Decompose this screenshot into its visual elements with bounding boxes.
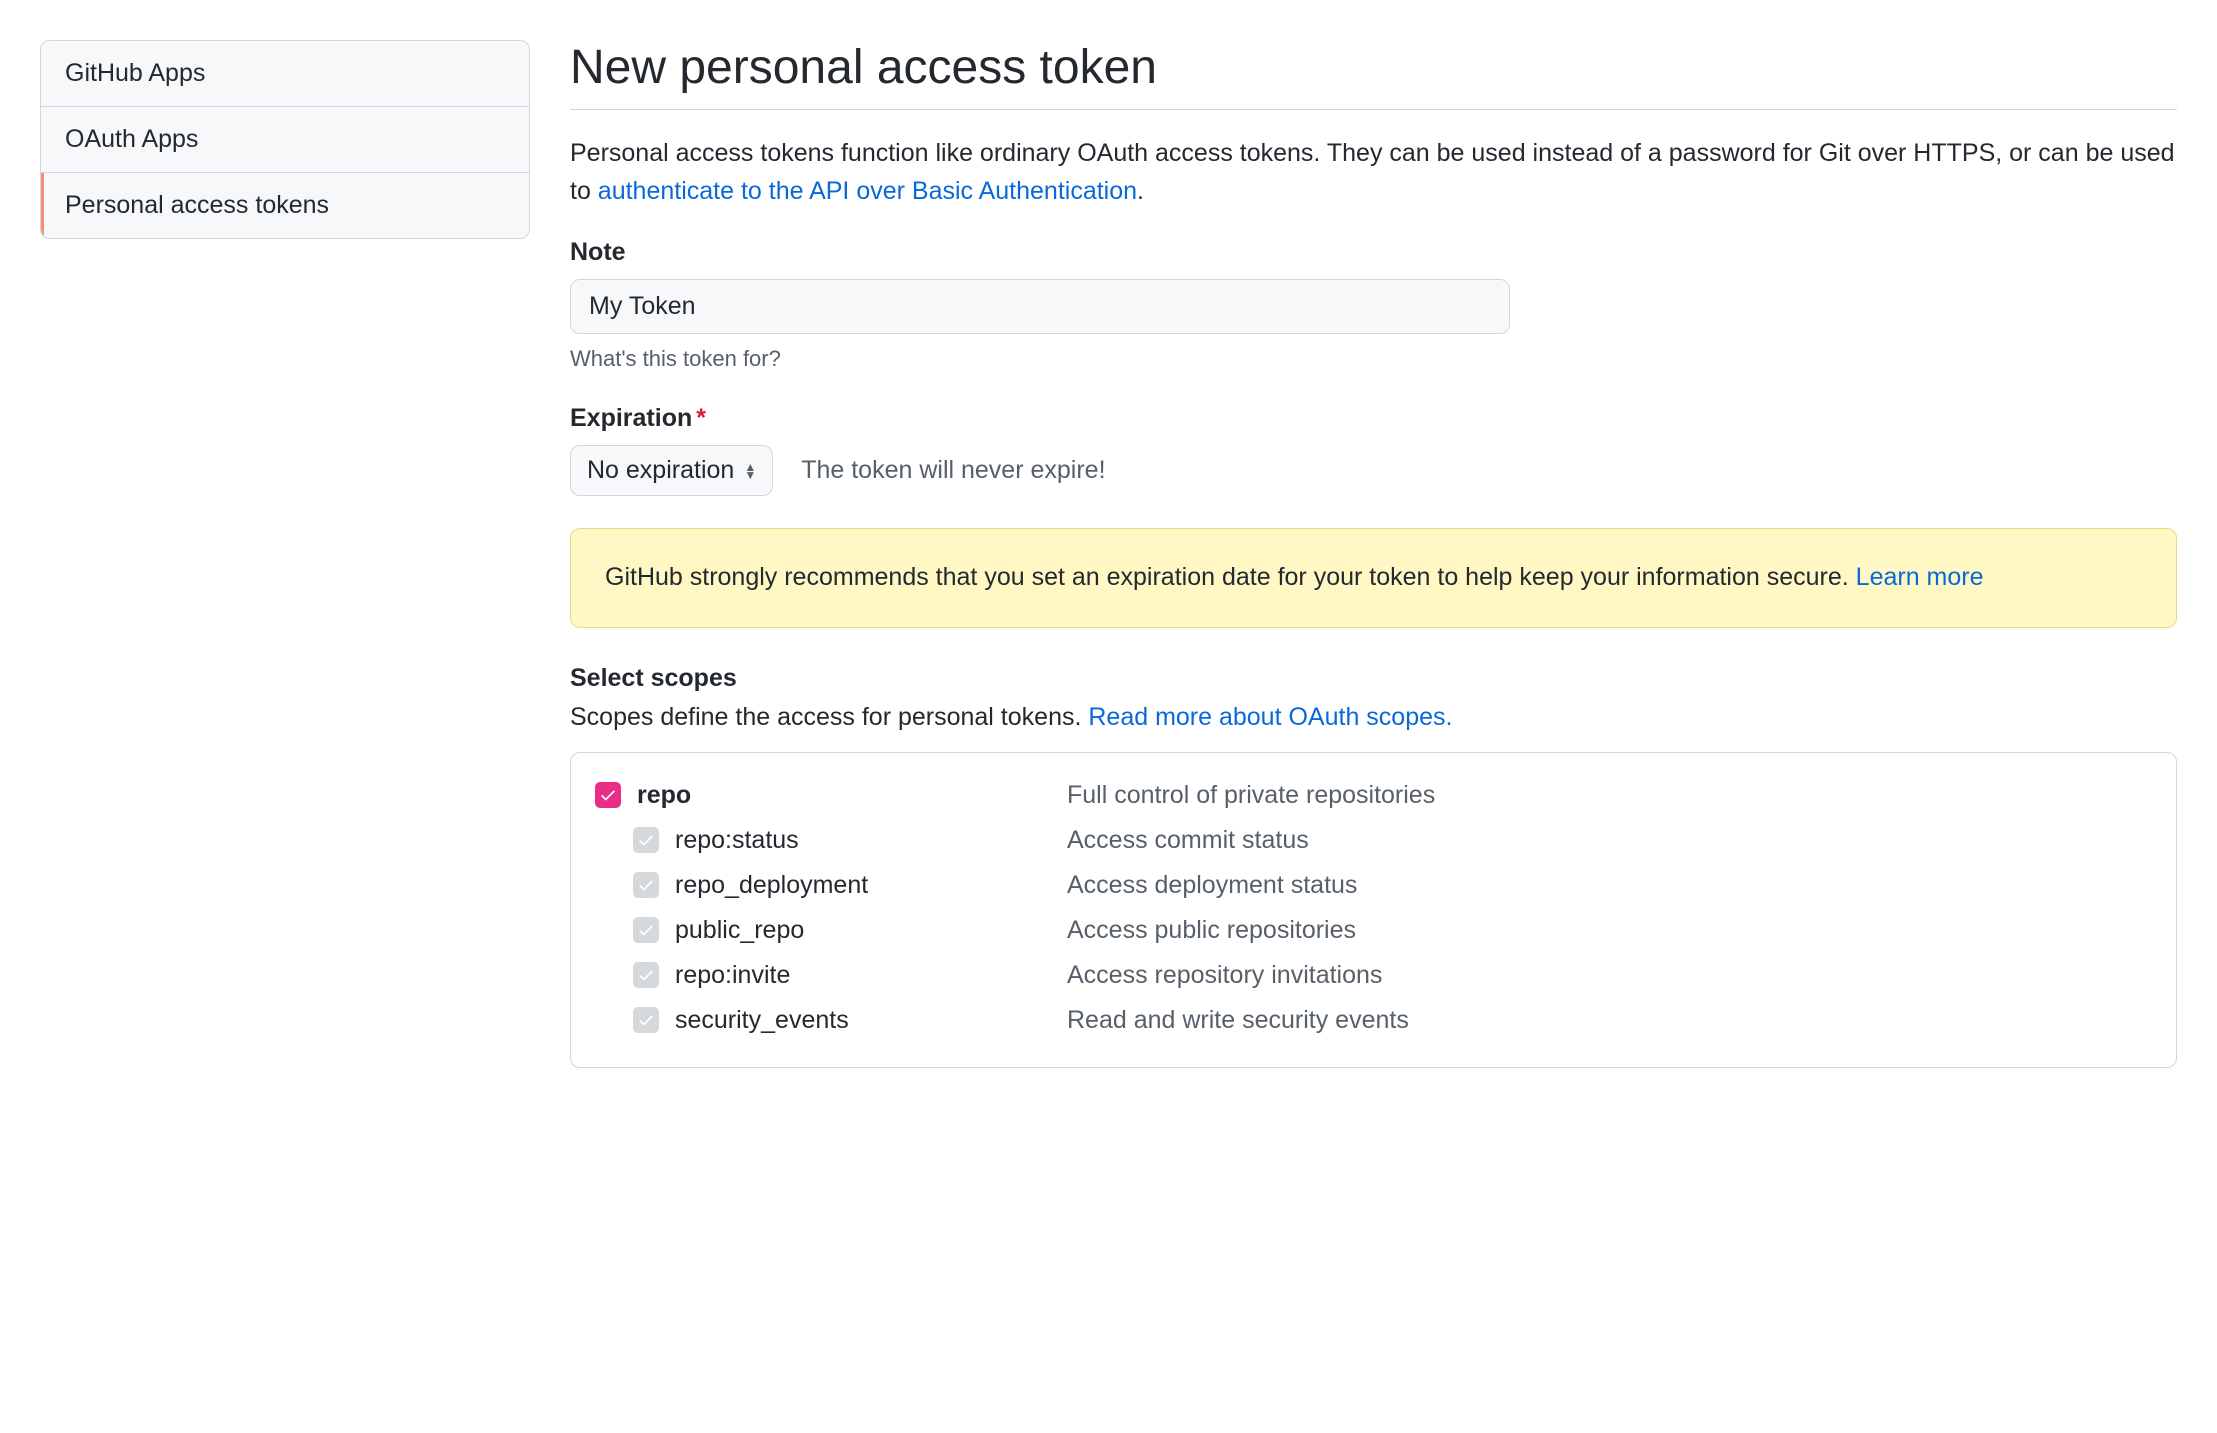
- sidebar-item-label: Personal access tokens: [65, 191, 329, 219]
- scope-checkbox-repo[interactable]: [595, 782, 621, 808]
- note-label: Note: [570, 238, 2177, 267]
- scope-row-repo-invite: repo:invite Access repository invitation…: [595, 953, 2152, 998]
- checkmark-icon: [637, 966, 655, 984]
- expiration-hint: The token will never expire!: [801, 456, 1105, 485]
- intro-auth-link[interactable]: authenticate to the API over Basic Authe…: [598, 177, 1137, 205]
- scope-name: repo: [637, 781, 1067, 810]
- scope-description: Access repository invitations: [1067, 961, 1382, 990]
- scope-name: repo:status: [675, 826, 1067, 855]
- scope-row-repo-status: repo:status Access commit status: [595, 818, 2152, 863]
- scope-description: Full control of private repositories: [1067, 781, 1435, 810]
- sidebar-item-oauth-apps[interactable]: OAuth Apps: [41, 107, 529, 173]
- sidebar-item-label: OAuth Apps: [65, 125, 198, 153]
- scope-description: Access commit status: [1067, 826, 1309, 855]
- scope-row-repo: repo Full control of private repositorie…: [595, 773, 2152, 818]
- checkmark-icon: [637, 1011, 655, 1029]
- note-hint: What's this token for?: [570, 346, 2177, 372]
- scopes-box: repo Full control of private repositorie…: [570, 752, 2177, 1068]
- page-title: New personal access token: [570, 40, 2177, 110]
- sidebar-item-label: GitHub Apps: [65, 59, 205, 87]
- expiration-select[interactable]: No expiration ▲▼: [570, 445, 773, 496]
- scope-description: Read and write security events: [1067, 1006, 1409, 1035]
- expiration-label: Expiration*: [570, 404, 2177, 433]
- scope-checkbox-public-repo[interactable]: [633, 917, 659, 943]
- scope-checkbox-repo-status[interactable]: [633, 827, 659, 853]
- expiration-label-text: Expiration: [570, 404, 692, 432]
- scope-name: public_repo: [675, 916, 1067, 945]
- scope-row-public-repo: public_repo Access public repositories: [595, 908, 2152, 953]
- scope-name: repo_deployment: [675, 871, 1067, 900]
- checkmark-icon: [637, 831, 655, 849]
- main-content: New personal access token Personal acces…: [570, 40, 2177, 1068]
- scopes-read-more-link[interactable]: Read more about OAuth scopes.: [1088, 703, 1452, 731]
- scope-name: repo:invite: [675, 961, 1067, 990]
- expiration-warning-flash: GitHub strongly recommends that you set …: [570, 528, 2177, 628]
- intro-suffix: .: [1137, 177, 1144, 205]
- checkmark-icon: [599, 786, 617, 804]
- note-input[interactable]: [570, 279, 1510, 334]
- select-caret-icon: ▲▼: [744, 463, 756, 479]
- scopes-heading: Select scopes: [570, 664, 2177, 693]
- flash-text: GitHub strongly recommends that you set …: [605, 563, 1856, 591]
- scope-checkbox-repo-deployment[interactable]: [633, 872, 659, 898]
- checkmark-icon: [637, 876, 655, 894]
- scope-description: Access deployment status: [1067, 871, 1357, 900]
- intro-text: Personal access tokens function like ord…: [570, 135, 2177, 210]
- sidebar-item-github-apps[interactable]: GitHub Apps: [41, 41, 529, 107]
- scope-row-repo-deployment: repo_deployment Access deployment status: [595, 863, 2152, 908]
- scope-checkbox-repo-invite[interactable]: [633, 962, 659, 988]
- required-star-icon: *: [696, 404, 706, 432]
- sidebar-item-personal-access-tokens[interactable]: Personal access tokens: [41, 173, 529, 238]
- scopes-subtext-prefix: Scopes define the access for personal to…: [570, 703, 1088, 731]
- scope-row-security-events: security_events Read and write security …: [595, 998, 2152, 1043]
- flash-learn-more-link[interactable]: Learn more: [1856, 563, 1984, 591]
- scope-description: Access public repositories: [1067, 916, 1356, 945]
- scope-checkbox-security-events[interactable]: [633, 1007, 659, 1033]
- sidebar: GitHub Apps OAuth Apps Personal access t…: [40, 40, 530, 1068]
- scope-name: security_events: [675, 1006, 1067, 1035]
- expiration-selected-value: No expiration: [587, 456, 734, 485]
- scopes-subtext: Scopes define the access for personal to…: [570, 703, 2177, 732]
- sidebar-nav: GitHub Apps OAuth Apps Personal access t…: [40, 40, 530, 239]
- checkmark-icon: [637, 921, 655, 939]
